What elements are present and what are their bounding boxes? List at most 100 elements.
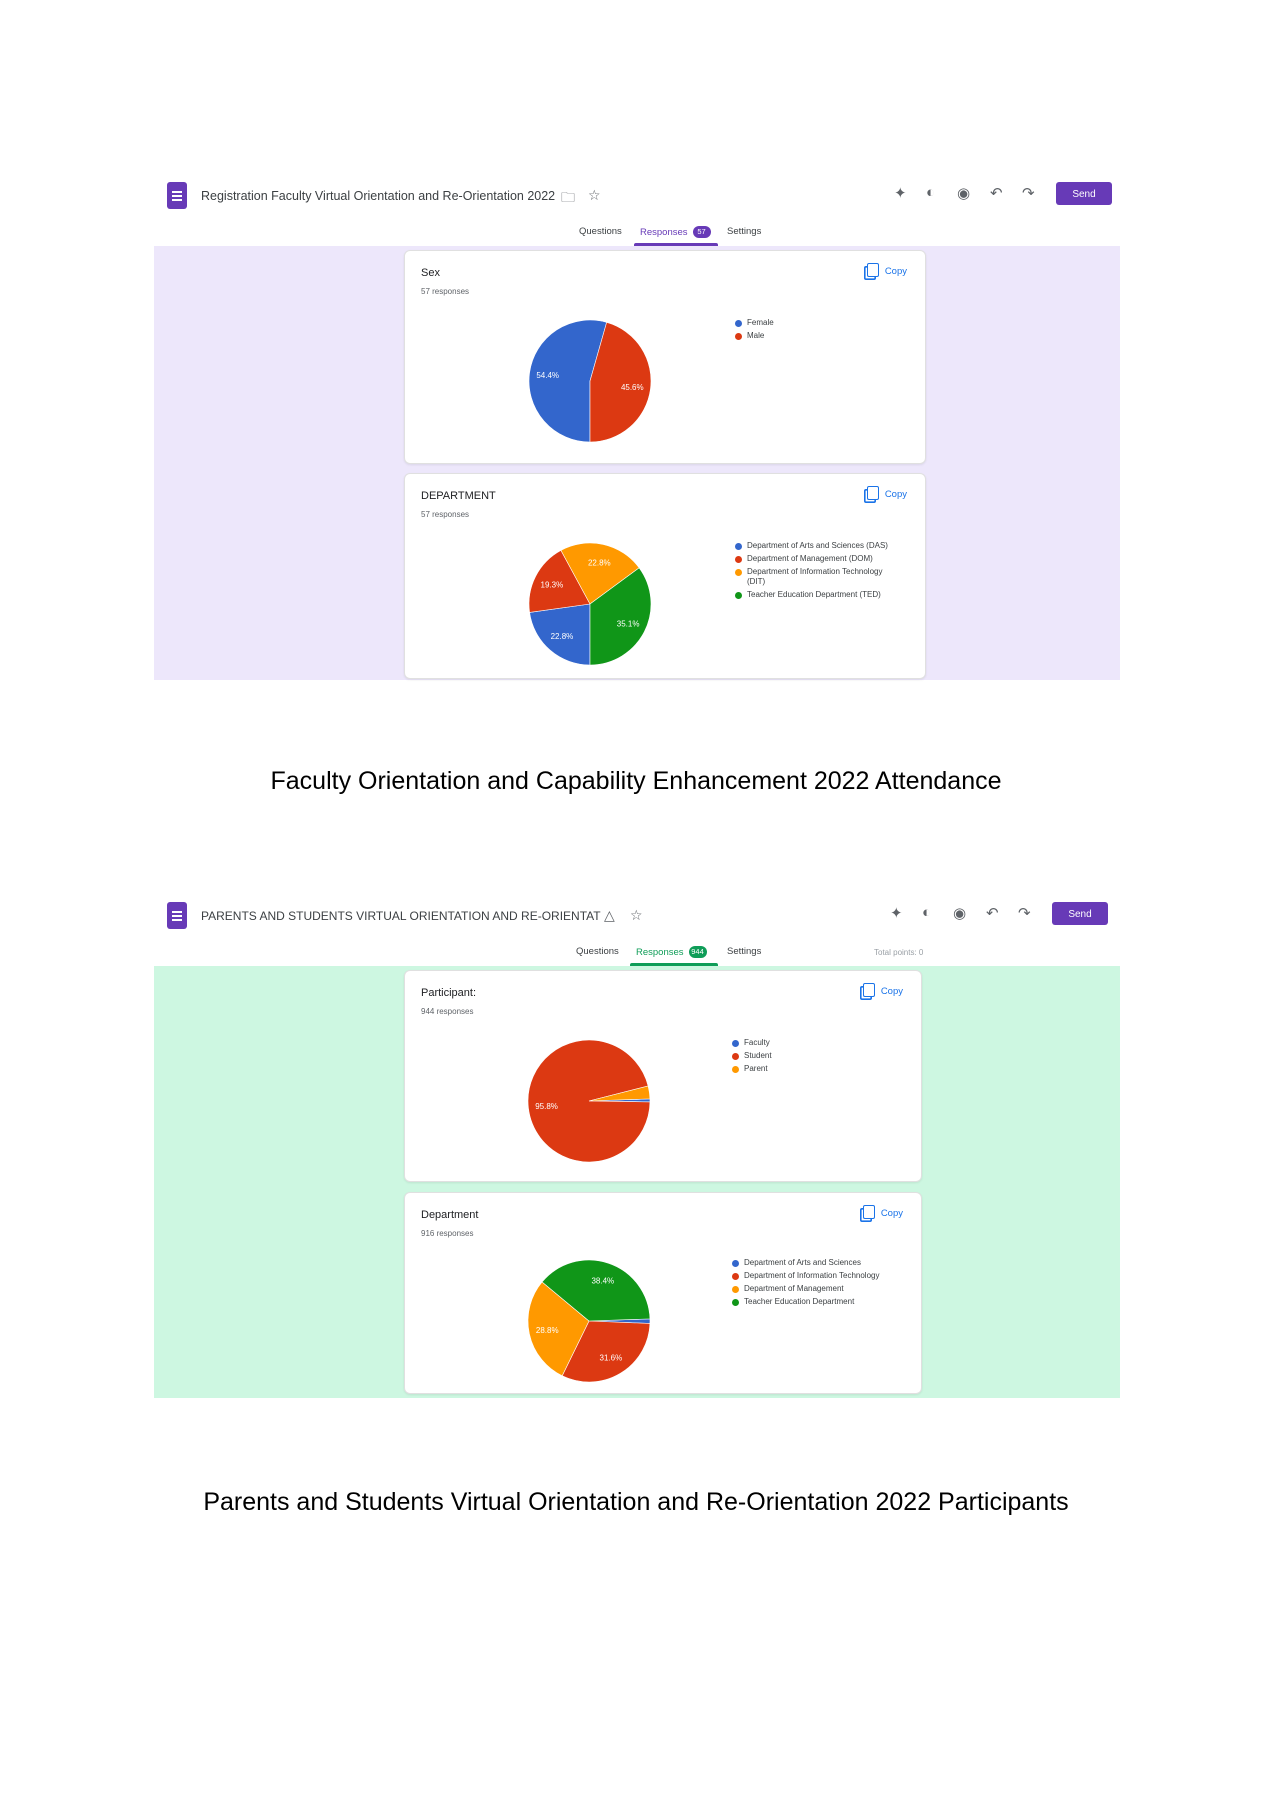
- form-header: PARENTS AND STUDENTS VIRTUAL ORIENTATION…: [154, 898, 1120, 966]
- pie-chart: 54.4% 45.6%: [528, 319, 652, 443]
- responses-count-badge: 944: [688, 946, 707, 958]
- copy-label: Copy: [880, 986, 903, 997]
- legend-color-dot: [732, 1259, 739, 1267]
- copy-chart-button[interactable]: Copy: [862, 983, 903, 997]
- question-title: Participant:: [421, 987, 477, 999]
- folder-icon[interactable]: 🗀: [561, 187, 575, 211]
- tab-settings[interactable]: Settings: [727, 946, 761, 957]
- pie-data-label: 95.8%: [535, 1102, 558, 1111]
- legend-item: Department of Management: [732, 1284, 907, 1294]
- response-count: 57 responses: [421, 287, 470, 296]
- question-card-department: DEPARTMENT 57 responses Copy 22.8% 19.3% 2…: [404, 473, 926, 679]
- caption-faculty-attendance: Faculty Orientation and Capability Enhan…: [270, 767, 1002, 795]
- legend-color-dot: [735, 591, 742, 599]
- pie-legend: Department of Arts and Sciences Departmen…: [732, 1258, 907, 1310]
- preview-eye-icon[interactable]: ◉: [957, 184, 970, 202]
- form-title[interactable]: Registration Faculty Virtual Orientation…: [201, 189, 555, 203]
- pie-chart: 22.8% 19.3% 22.8% 35.1%: [528, 542, 652, 666]
- form-title[interactable]: PARENTS AND STUDENTS VIRTUAL ORIENTATION…: [201, 909, 601, 923]
- legend-label: Faculty: [744, 1038, 770, 1047]
- pie-data-label: 28.8%: [536, 1326, 559, 1335]
- pie-data-label: 45.6%: [621, 383, 644, 392]
- legend-label: Male: [747, 331, 765, 340]
- form-title-text: PARENTS AND STUDENTS VIRTUAL ORIENTATION…: [201, 909, 601, 923]
- question-card-participant: Participant: 944 responses Copy 95.8% Fa…: [404, 970, 922, 1182]
- legend-label: Department of Information Technology: [744, 1271, 880, 1280]
- google-forms-icon[interactable]: [167, 902, 187, 929]
- preview-eye-icon[interactable]: ◉: [953, 904, 966, 922]
- legend-label: Department of Information Technology (DI…: [747, 567, 883, 586]
- legend-label: Teacher Education Department (TED): [747, 590, 881, 599]
- legend-color-dot: [732, 1298, 739, 1306]
- pie-chart: 31.6% 28.8% 38.4%: [527, 1259, 651, 1383]
- pie-legend: Female Male: [735, 318, 774, 344]
- pie-data-label: 31.6%: [600, 1354, 623, 1363]
- legend-color-dot: [735, 542, 742, 550]
- tab-questions[interactable]: Questions: [576, 946, 619, 957]
- legend-item: Department of Arts and Sciences (DAS): [735, 541, 900, 551]
- copy-chart-button[interactable]: Copy: [866, 263, 907, 277]
- pie-data-label: 54.4%: [536, 371, 559, 380]
- copy-label: Copy: [884, 489, 907, 500]
- palette-icon[interactable]: ◐: [926, 184, 935, 201]
- question-title: Sex: [421, 267, 440, 279]
- legend-label: Parent: [744, 1064, 768, 1073]
- legend-color-dot: [732, 1052, 739, 1060]
- star-icon[interactable]: ☆: [588, 187, 601, 204]
- tab-responses-label: Responses: [636, 947, 684, 958]
- question-card-department: Department 916 responses Copy 31.6% 28.8%…: [404, 1192, 922, 1394]
- copy-chart-button[interactable]: Copy: [862, 1205, 903, 1219]
- legend-item: Teacher Education Department: [732, 1297, 907, 1307]
- copy-chart-button[interactable]: Copy: [866, 486, 907, 500]
- redo-icon[interactable]: ↷: [1018, 904, 1031, 922]
- legend-item: Department of Arts and Sciences: [732, 1258, 907, 1268]
- star-icon[interactable]: ☆: [630, 907, 643, 924]
- total-points: Total points: 0: [874, 948, 924, 957]
- responses-count-badge: 57: [692, 226, 711, 238]
- legend-color-dot: [735, 555, 742, 563]
- legend-color-dot: [732, 1065, 739, 1073]
- tab-responses[interactable]: Responses 944: [636, 946, 707, 958]
- palette-icon[interactable]: ◐: [922, 904, 931, 921]
- responses-panel: Participant: 944 responses Copy 95.8% Fa…: [154, 966, 1120, 1398]
- form-tabs: Questions Responses 57 Settings: [154, 222, 1120, 246]
- legend-label: Teacher Education Department: [744, 1297, 855, 1306]
- pie-data-label: 38.4%: [591, 1277, 614, 1286]
- copy-icon: [862, 983, 875, 997]
- faculty-form-screenshot: Registration Faculty Virtual Orientation…: [154, 178, 1120, 680]
- tab-settings[interactable]: Settings: [727, 226, 761, 237]
- pie-legend: Faculty Student Parent: [732, 1038, 772, 1077]
- caption-parents-students-participants: Parents and Students Virtual Orientation…: [203, 1488, 1069, 1516]
- response-count: 57 responses: [421, 510, 470, 519]
- pie-data-label: 35.1%: [617, 619, 640, 628]
- copy-label: Copy: [880, 1208, 903, 1219]
- send-button[interactable]: Send: [1056, 182, 1112, 205]
- redo-icon[interactable]: ↷: [1022, 184, 1035, 202]
- legend-item: Department of Management (DOM): [735, 554, 900, 564]
- legend-color-dot: [735, 332, 742, 340]
- legend-color-dot: [735, 568, 742, 576]
- copy-icon: [866, 263, 879, 277]
- addons-icon[interactable]: ✦: [894, 184, 907, 202]
- tab-responses[interactable]: Responses 57: [640, 226, 711, 238]
- addons-icon[interactable]: ✦: [890, 904, 903, 922]
- legend-item: Teacher Education Department (TED): [735, 590, 900, 600]
- tab-questions[interactable]: Questions: [579, 226, 622, 237]
- legend-label: Department of Arts and Sciences (DAS): [747, 541, 888, 550]
- undo-icon[interactable]: ↶: [986, 904, 999, 922]
- legend-item: Student: [732, 1051, 772, 1061]
- pie-data-label: 22.8%: [551, 632, 574, 641]
- legend-label: Department of Management: [744, 1284, 844, 1293]
- legend-color-dot: [735, 319, 742, 327]
- legend-item: Department of Information Technology: [732, 1271, 907, 1281]
- legend-item: Male: [735, 331, 774, 341]
- form-header: Registration Faculty Virtual Orientation…: [154, 178, 1120, 246]
- send-button[interactable]: Send: [1052, 902, 1108, 925]
- legend-label: Department of Arts and Sciences: [744, 1258, 861, 1267]
- drive-icon[interactable]: △: [604, 907, 615, 924]
- google-forms-icon[interactable]: [167, 182, 187, 209]
- legend-item: Department of Information Technology (DI…: [735, 567, 900, 587]
- pie-data-label: 19.3%: [541, 581, 564, 590]
- legend-item: Faculty: [732, 1038, 772, 1048]
- undo-icon[interactable]: ↶: [990, 184, 1003, 202]
